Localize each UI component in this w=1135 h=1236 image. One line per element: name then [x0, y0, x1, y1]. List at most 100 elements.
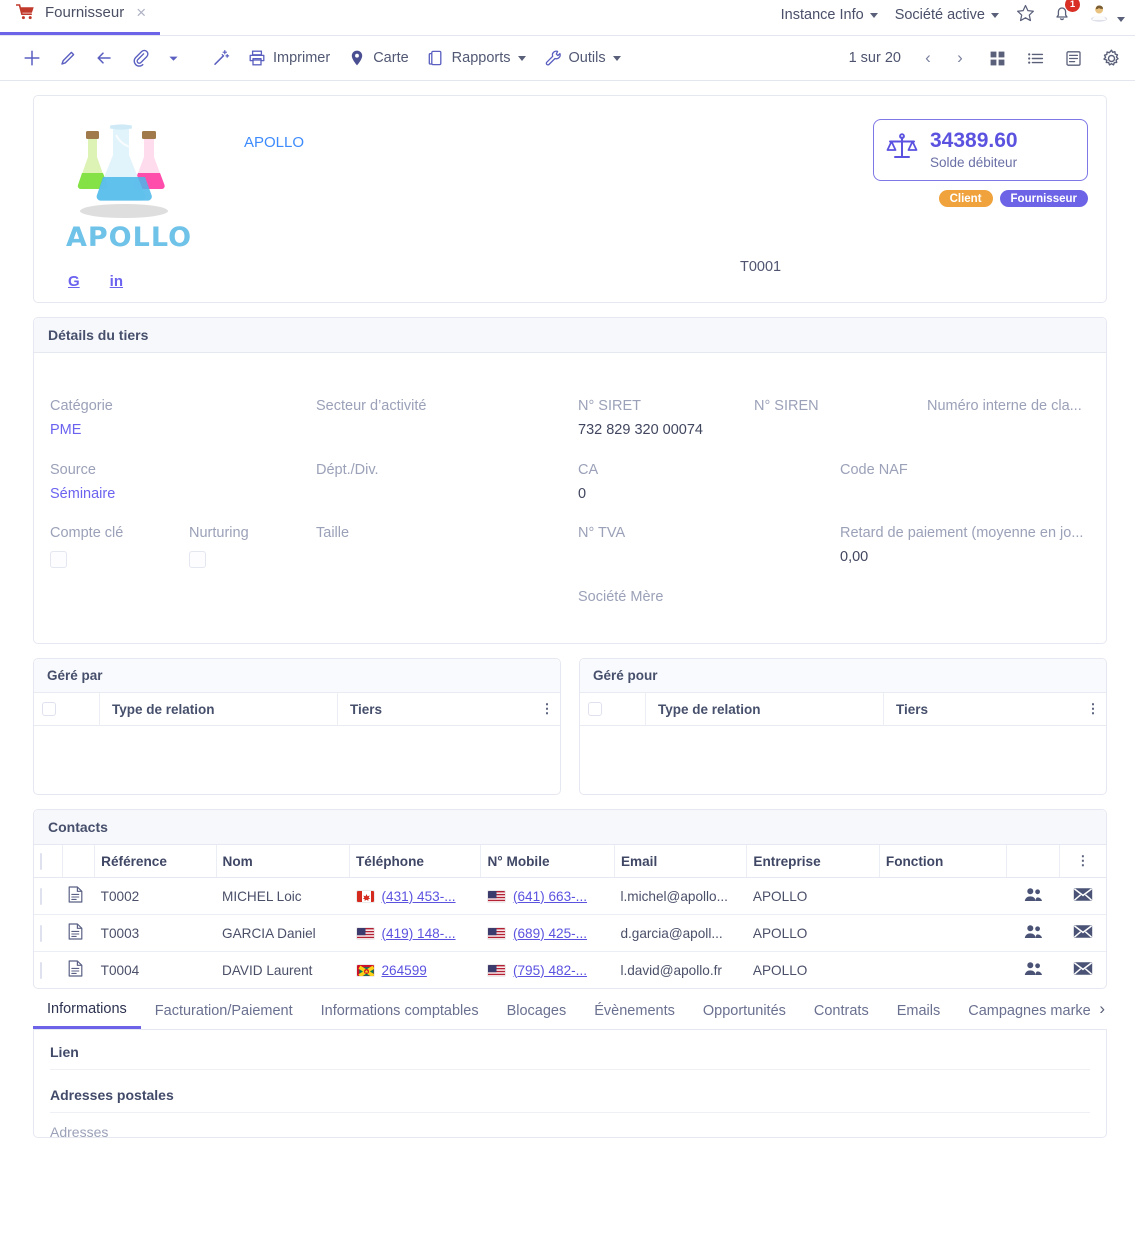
row-checkbox[interactable] [40, 887, 42, 905]
google-link[interactable]: G [68, 273, 80, 290]
chevron-down-icon [517, 55, 526, 61]
telephone-link[interactable]: 264599 [382, 963, 427, 978]
mobile-link[interactable]: (795) 482-... [513, 963, 587, 978]
row-checkbox[interactable] [40, 961, 42, 979]
section-adresses-title: Adresses postales [50, 1087, 1090, 1113]
contact-people-action[interactable] [1007, 952, 1060, 989]
header-fonction[interactable]: Fonction [879, 845, 1008, 878]
header-entreprise[interactable]: Entreprise [746, 845, 880, 878]
magic-button[interactable] [203, 45, 239, 71]
attachment-button[interactable] [122, 45, 158, 71]
header-mobile[interactable]: N° Mobile [480, 845, 615, 878]
document-icon[interactable] [68, 886, 83, 906]
header-options-icon[interactable]: ⋮ [1059, 845, 1106, 878]
contact-email-action[interactable] [1059, 952, 1106, 989]
field-value[interactable]: 732 829 320 00074 [578, 422, 703, 438]
header-nom[interactable]: Nom [216, 845, 351, 878]
back-button[interactable] [86, 45, 122, 71]
more-actions-button[interactable] [158, 48, 189, 69]
paperclip-icon [131, 49, 149, 67]
main-toolbar: Imprimer Carte Rapports Outils 1 sur 20 … [0, 36, 1135, 81]
previous-record-button[interactable]: ‹ [913, 43, 943, 73]
detail-view-icon[interactable] [1057, 43, 1089, 73]
column-type-relation[interactable]: Type de relation [646, 692, 884, 726]
map-button[interactable]: Carte [339, 45, 417, 71]
compte-cle-checkbox[interactable] [50, 551, 67, 568]
user-avatar[interactable] [1089, 4, 1125, 26]
field-value[interactable]: PME [50, 422, 113, 438]
header-reference[interactable]: Référence [94, 845, 217, 878]
new-button[interactable] [14, 45, 50, 71]
pencil-icon [59, 49, 77, 67]
reports-button[interactable]: Rapports [418, 45, 535, 71]
telephone-link[interactable]: (419) 148-... [382, 926, 456, 941]
mobile-link[interactable]: (641) 663-... [513, 889, 587, 904]
wrench-icon [544, 49, 562, 67]
contact-email-action[interactable] [1059, 914, 1106, 952]
column-options-icon[interactable]: ⋮ [1080, 701, 1106, 717]
map-pin-icon [348, 49, 366, 67]
cell-mobile: (689) 425-... [480, 914, 615, 952]
tabs-next-icon[interactable]: › [1095, 999, 1105, 1019]
flag-us-icon [355, 926, 375, 940]
table-row[interactable]: T0002 MICHEL Loic (431) 453-... (641) 66… [34, 877, 1106, 915]
close-icon[interactable]: × [136, 4, 146, 21]
tab-emails[interactable]: Emails [883, 993, 955, 1028]
contact-email-action[interactable] [1059, 877, 1106, 915]
telephone-link[interactable]: (431) 453-... [382, 889, 456, 904]
contact-people-action[interactable] [1006, 877, 1060, 915]
table-row[interactable]: T0003 GARCIA Daniel (419) 148-... (689) … [34, 914, 1106, 952]
active-company-menu[interactable]: Société active [895, 7, 999, 23]
detail-tabs-strip: Informations Facturation/Paiement Inform… [33, 991, 1095, 1029]
tab-opportunites[interactable]: Opportunités [689, 993, 800, 1028]
tab-facturation-paiement[interactable]: Facturation/Paiement [141, 993, 307, 1028]
tab-campagnes-marketing[interactable]: Campagnes marke [954, 993, 1095, 1028]
select-all-checkbox[interactable] [588, 702, 602, 716]
select-all-checkbox[interactable] [40, 852, 42, 870]
tab-contrats[interactable]: Contrats [800, 993, 883, 1028]
edit-button[interactable] [50, 45, 86, 71]
contact-people-action[interactable] [1006, 914, 1060, 952]
field-value[interactable]: 0 [578, 486, 598, 502]
instance-info-menu[interactable]: Instance Info [781, 7, 878, 23]
gear-icon[interactable] [1095, 43, 1127, 73]
balance-card[interactable]: 34389.60 Solde débiteur [873, 119, 1088, 182]
tab-informations[interactable]: Informations [33, 991, 141, 1029]
identity-card: APOLLO G in APOLLO T0001 34389.60 Solde … [33, 95, 1107, 303]
field-siren: N° SIREN [754, 398, 819, 422]
table-row[interactable]: T0004 DAVID Laurent 264599 (795) 482-...… [34, 952, 1106, 989]
tab-evenements[interactable]: Évènements [580, 993, 689, 1028]
header-telephone[interactable]: Téléphone [349, 845, 482, 878]
column-type-relation[interactable]: Type de relation [100, 692, 338, 726]
grid-view-icon[interactable] [981, 43, 1013, 73]
row-checkbox[interactable] [40, 924, 42, 942]
status-badge-fournisseur[interactable]: Fournisseur [999, 190, 1088, 208]
notifications-bell-icon[interactable]: 1 [1052, 0, 1080, 27]
linkedin-link[interactable]: in [110, 273, 123, 290]
column-tiers[interactable]: Tiers [338, 693, 534, 726]
select-all-checkbox[interactable] [42, 702, 56, 716]
party-name-link[interactable]: APOLLO [244, 134, 304, 151]
favorite-star-icon[interactable] [1016, 4, 1035, 27]
next-record-button[interactable]: › [945, 43, 975, 73]
chevron-down-icon [869, 12, 878, 18]
flag-ca-icon [355, 889, 375, 903]
relation-tables: Géré par Type de relation Tiers ⋮ Géré p… [33, 658, 1107, 795]
mobile-link[interactable]: (689) 425-... [513, 926, 587, 941]
header-email[interactable]: Email [614, 845, 748, 878]
print-button[interactable]: Imprimer [239, 45, 339, 71]
app-tab-fournisseur[interactable]: Fournisseur × [0, 0, 161, 35]
field-value[interactable]: 0,00 [840, 549, 1083, 565]
tab-informations-comptables[interactable]: Informations comptables [307, 993, 493, 1028]
column-options-icon[interactable]: ⋮ [534, 701, 560, 717]
status-badge-client[interactable]: Client [938, 190, 993, 208]
nurturing-checkbox[interactable] [189, 551, 206, 568]
field-value[interactable]: Séminaire [50, 486, 115, 502]
column-tiers[interactable]: Tiers [884, 693, 1080, 726]
tab-blocages[interactable]: Blocages [493, 993, 581, 1028]
select-all-checkbox-cell [580, 702, 610, 716]
list-view-icon[interactable] [1019, 43, 1051, 73]
tools-button[interactable]: Outils [535, 45, 630, 71]
document-icon[interactable] [68, 960, 83, 980]
document-icon[interactable] [68, 923, 83, 943]
